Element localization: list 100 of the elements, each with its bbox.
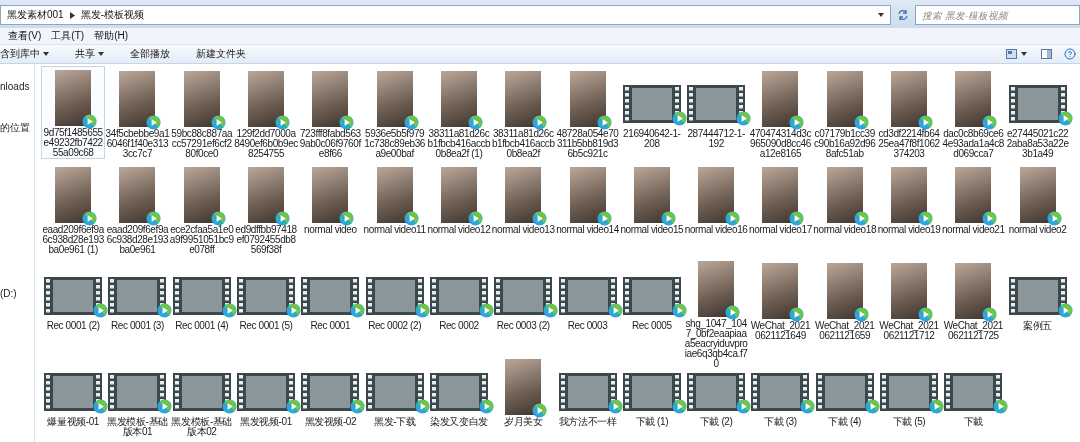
file-name[interactable]: 48728a054e70311b5bb819d36b5c921c <box>555 129 620 159</box>
selected-file-item[interactable]: 9d75f1485655e49232fb742255a09c68 <box>41 66 106 159</box>
file-name[interactable]: normal video2 <box>1005 225 1070 235</box>
file-name[interactable]: Rec 0003 (2) <box>491 321 556 331</box>
nav-item[interactable]: 的位置 <box>0 121 34 135</box>
file-name[interactable]: 下載 (5) <box>877 417 941 427</box>
file-name[interactable]: 723fff8fabd5639ab0c06f9760fe8f66 <box>298 129 363 159</box>
help-icon[interactable] <box>1064 48 1076 60</box>
file-name[interactable]: Rec 0001 (5) <box>234 321 299 331</box>
play-badge-icon <box>864 399 880 414</box>
file-name[interactable]: eaad209f6ef9a6c938d28e193ba0e961 <box>105 225 170 255</box>
file-name[interactable]: normal video19 <box>877 225 941 235</box>
file-name[interactable]: 下載 (3) <box>748 417 813 427</box>
file-name[interactable]: Rec 0001 (3) <box>105 321 170 331</box>
toolbar-button[interactable]: 新建文件夹 <box>196 46 254 62</box>
nav-item[interactable]: nloads <box>0 80 34 94</box>
file-name[interactable]: normal video18 <box>812 225 877 235</box>
toolbar-button[interactable]: 含到库中 <box>0 46 57 62</box>
file-name[interactable]: WeChat_20210621121659 <box>812 321 877 341</box>
file-name[interactable]: 下載 (4) <box>812 417 877 427</box>
file-name[interactable]: normal video12 <box>426 225 491 235</box>
file-name[interactable]: normal video14 <box>555 225 620 235</box>
file-name[interactable]: Rec 0001 <box>298 321 363 331</box>
play-badge-icon <box>607 303 623 318</box>
file-name[interactable]: Rec 0001 (4) <box>169 321 234 331</box>
toolbar-button[interactable]: 全部播放 <box>130 46 178 62</box>
file-name[interactable]: normal video21 <box>941 225 1006 235</box>
file-name[interactable]: 下載 (2) <box>684 417 749 427</box>
file-name[interactable]: 案例五 <box>1005 321 1070 331</box>
file-name[interactable]: ece2cfaa5a1e0a9f9951051bc9e078ff <box>169 225 234 255</box>
file-name[interactable]: e27445021c222aba8a53a22e3b1a49 <box>1005 129 1070 159</box>
file-name[interactable]: normal video13 <box>491 225 556 235</box>
file-name[interactable]: 下載 <box>941 417 1006 427</box>
play-badge-icon <box>286 399 302 414</box>
file-name[interactable]: c07179b1cc39c90b16a92d968afc51ab <box>812 129 877 159</box>
file-name[interactable]: 9d75f1485655e49232fb742255a09c68 <box>41 128 106 158</box>
nav-item[interactable]: (D:) <box>0 287 34 301</box>
file-name[interactable]: WeChat_20210621121649 <box>748 321 813 341</box>
play-badge-icon <box>982 115 998 130</box>
view-mode-icon[interactable] <box>1006 49 1017 59</box>
file-name[interactable]: eaad209f6ef9a6c938d28e193ba0e961 (1) <box>41 225 106 255</box>
file-name[interactable]: 216940642-1-208 <box>619 129 684 149</box>
file-name[interactable]: 38311a81d26cb1fbcb416accb0b8ea2f <box>491 129 556 159</box>
file-name[interactable]: 59bc88c887aacc57291ef6cf280f0ce0 <box>169 129 234 159</box>
file-name[interactable]: 爆量视频-01 <box>41 417 106 427</box>
file-name[interactable]: normal video <box>298 225 363 235</box>
file-name[interactable]: 黑发-下载 <box>362 417 427 427</box>
file-name[interactable]: 34f5cbebbe9a16046f1f40e3133cc7c7 <box>105 129 170 159</box>
toolbar-button[interactable]: 共享 <box>75 46 112 62</box>
file-name[interactable]: normal video16 <box>684 225 749 235</box>
video-thumbnail <box>622 85 681 123</box>
file-name[interactable]: 下載 (1) <box>619 417 684 427</box>
video-thumbnail <box>365 277 424 315</box>
file-name[interactable]: WeChat_20210621121725 <box>941 321 1006 341</box>
file-name[interactable]: 黑发模板-基础版本01 <box>105 417 170 437</box>
file-name[interactable]: 黑发视频-01 <box>234 417 299 427</box>
play-badge-icon <box>350 399 366 414</box>
file-name[interactable]: Rec 0003 <box>555 321 620 331</box>
file-name[interactable]: normal video11 <box>362 225 427 235</box>
file-name[interactable]: 黑发模板-基础版本02 <box>169 417 234 437</box>
file-name[interactable]: Rec 0002 <box>426 321 491 331</box>
file-name[interactable]: dac0c8b69ce64e93ada1a4c8d069cca7 <box>941 129 1006 159</box>
play-badge-icon <box>596 211 612 226</box>
file-name[interactable]: ed9dffbb97418ef0792455db8569f38f <box>234 225 299 255</box>
caret-icon[interactable] <box>1021 52 1027 56</box>
menu-item[interactable]: 帮助(H) <box>94 29 128 43</box>
file-name[interactable]: Rec 0002 (2) <box>362 321 427 331</box>
file-name[interactable]: 470474314d3c965090d8cc46a12e8165 <box>748 129 813 159</box>
menu-item[interactable]: 查看(V) <box>8 29 42 43</box>
file-name[interactable]: 我方法不一样 <box>555 417 620 427</box>
file-name[interactable]: Rec 0001 (2) <box>41 321 106 331</box>
file-name[interactable]: 129f2dd7000a8490ef6b0b9ec8254755 <box>234 129 299 159</box>
refresh-icon[interactable] <box>897 9 909 21</box>
address-bar[interactable]: 黑发素材001 黑发-模板视频 <box>0 5 891 25</box>
search-field[interactable]: 搜索 黑发-模板视频 <box>915 5 1080 25</box>
file-name[interactable]: normal video17 <box>748 225 813 235</box>
file-name[interactable]: 5936e5b5f9791c738c89eb36a9e00baf <box>362 129 427 159</box>
file-name[interactable]: 岁月美女 <box>491 417 556 427</box>
play-badge-icon <box>467 115 483 130</box>
file-name[interactable]: Rec 0005 <box>619 321 684 331</box>
file-name[interactable]: 38311a81d26cb1fbcb416accb0b8ea2f (1) <box>426 129 491 159</box>
menu-item[interactable]: 工具(T) <box>51 29 85 43</box>
play-badge-icon <box>339 211 355 226</box>
breadcrumb[interactable]: 黑发素材001 <box>7 8 64 22</box>
breadcrumb[interactable]: 黑发-模板视频 <box>80 8 145 22</box>
video-thumbnail <box>429 373 488 411</box>
play-badge-icon <box>82 211 98 226</box>
play-badge-icon <box>467 211 483 226</box>
file-name[interactable]: normal video15 <box>619 225 684 235</box>
file-name[interactable]: shg_1047_1047_0bf2eaapiaaa5eacryiduvproiae6q3qb4ca.f70 <box>684 319 749 369</box>
play-badge-icon <box>789 115 805 130</box>
preview-pane-icon[interactable] <box>1041 49 1052 59</box>
file-name[interactable]: cd3df2214fb6425ea47f8f1062374203 <box>877 129 941 159</box>
video-thumbnail <box>172 277 231 315</box>
video-thumbnail <box>172 373 231 411</box>
file-name[interactable]: 287444712-1-192 <box>684 129 749 149</box>
video-thumbnail <box>1008 85 1067 123</box>
file-name[interactable]: 染发又变白发 <box>426 417 491 427</box>
file-name[interactable]: 黑发视频-02 <box>298 417 363 427</box>
file-name[interactable]: WeChat_20210621121712 <box>877 321 941 341</box>
